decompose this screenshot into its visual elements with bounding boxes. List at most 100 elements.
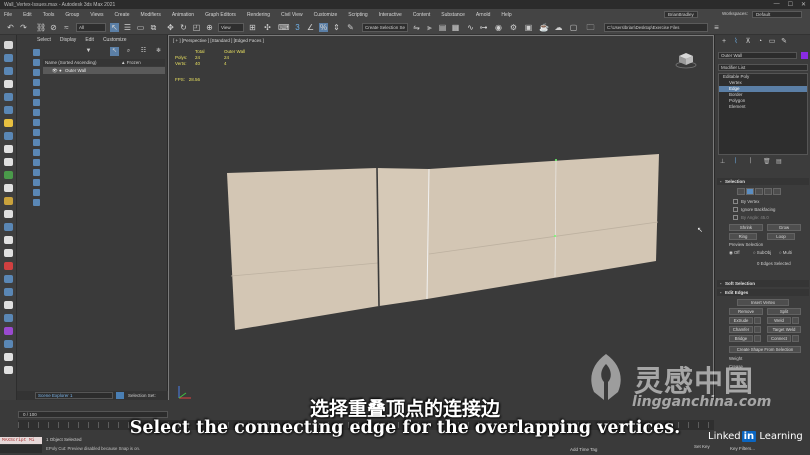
menu-graph-editors[interactable]: Graph Editors [205,12,236,18]
snaps-toggle-icon[interactable]: 3 [293,23,302,32]
menu-arnold[interactable]: Arnold [476,12,490,18]
menu-views[interactable]: Views [90,12,103,18]
maximize-button[interactable]: ☐ [788,1,793,8]
scene-row-outer-wall[interactable]: 👁 ● Outer Wall [43,67,165,74]
display-filter-icon-13[interactable] [33,169,40,176]
menu-scripting[interactable]: Scripting [348,12,367,18]
connect-settings-button[interactable] [792,335,799,342]
project-path-field[interactable]: C:\Users\brian\Desktop\Exercise Files [604,23,708,32]
bridge-settings-button[interactable] [754,335,761,342]
visibility-eye-icon[interactable]: 👁 ● [52,67,62,74]
minimize-button[interactable]: — [774,1,780,8]
menu-help[interactable]: Help [501,12,511,18]
border-level-icon[interactable] [755,188,763,195]
display-filter-icon-1[interactable] [33,49,40,56]
redo-icon[interactable]: ↷ [19,23,28,32]
bind-spacewarp-icon[interactable]: ≈ [62,23,71,32]
render-in-cloud-icon[interactable]: ☁ [554,23,563,32]
schematic-view-icon[interactable]: ⊶ [479,23,488,32]
maxscript-listener[interactable]: MAXScript Mi [0,437,42,444]
insert-vertex-button[interactable]: Insert Vertex [737,299,789,306]
toolstrip-icon-8[interactable] [4,132,13,140]
project-folder-icon[interactable]: 🗀 [586,23,595,32]
toolstrip-icon-26[interactable] [4,366,13,374]
scene-menu-customize[interactable]: Customize [103,37,127,43]
polygon-level-icon[interactable] [764,188,772,195]
maxscript-input[interactable] [0,445,42,453]
menu-substance[interactable]: Substance [441,12,465,18]
edge-level-icon[interactable] [746,188,754,195]
workspaces-dropdown[interactable]: Default [752,11,802,18]
toolstrip-icon-6[interactable] [4,106,13,114]
link-icon[interactable]: ⛓ [36,23,46,32]
chamfer-button[interactable]: Chamfer [729,326,753,333]
display-filter-icon-2[interactable] [33,59,40,66]
material-editor-icon[interactable]: ◉ [494,23,503,32]
user-account-dropdown[interactable]: BrianBradley [664,11,698,18]
select-manipulate-icon[interactable]: ✣ [263,23,272,32]
menu-customize[interactable]: Customize [314,12,338,18]
select-rotate-icon[interactable]: ↻ [179,23,188,32]
toolstrip-icon-18[interactable] [4,262,13,270]
column-name-header[interactable]: Name (Sorted Ascending) [45,59,97,66]
ribbon-toggle-icon[interactable]: ≡ [712,23,721,32]
object-color-swatch[interactable] [801,52,808,59]
edit-edges-rollout[interactable]: Edit Edges [717,289,809,296]
layer-explorer-icon[interactable]: ▤ [438,23,447,32]
weld-settings-button[interactable] [792,317,799,324]
place-icon[interactable]: ⊕ [205,23,214,32]
toolstrip-icon-14[interactable] [4,210,13,218]
display-filter-icon-9[interactable] [33,129,40,136]
set-key-button[interactable]: Set Key [694,444,710,449]
unlink-icon[interactable]: ⊘ [49,23,58,32]
stack-item-element[interactable]: Element [719,104,807,110]
create-tab-icon[interactable]: + [720,38,728,46]
render-production-icon[interactable]: ☕ [539,23,549,32]
display-filter-icon-16[interactable] [33,199,40,206]
remove-button[interactable]: Remove [729,308,763,315]
scene-menu-select[interactable]: Select [37,37,51,43]
toolstrip-icon-4[interactable] [4,80,13,88]
mirror-icon[interactable]: ⇋ [412,23,421,32]
pin-stack-icon[interactable]: ⊥ [720,158,725,165]
configure-modifier-sets-icon[interactable]: ▤ [776,158,782,165]
toolstrip-icon-15[interactable] [4,223,13,231]
toolstrip-icon-17[interactable] [4,249,13,257]
viewcube-icon[interactable] [675,51,697,69]
toggle-ribbon-icon[interactable]: ▦ [451,23,460,32]
ring-button[interactable]: Ring [729,233,757,240]
toolstrip-icon-22[interactable] [4,314,13,322]
curve-editor-icon[interactable]: ∿ [466,23,475,32]
loop-button[interactable]: Loop [767,233,795,240]
vertex-marker-top[interactable] [555,159,557,161]
select-object-icon[interactable]: ↖ [110,23,119,32]
display-filter-icon-7[interactable] [33,109,40,116]
by-angle-checkbox[interactable]: By Angle: 45.0 [733,215,769,220]
split-button[interactable]: Split [767,308,801,315]
display-filter-icon-14[interactable] [33,179,40,186]
toolstrip-icon-11[interactable] [4,171,13,179]
toolstrip-icon-2[interactable] [4,54,13,62]
display-tab-icon[interactable]: ▭ [768,38,776,46]
align-icon[interactable]: ⫸ [425,23,434,32]
a360-gallery-icon[interactable]: ▢ [569,23,578,32]
display-filter-icon-5[interactable] [33,89,40,96]
toolstrip-icon-16[interactable] [4,236,13,244]
weld-button[interactable]: Weld [767,317,791,324]
show-end-result-icon[interactable]: ⎸ [735,158,741,165]
toolstrip-icon-10[interactable] [4,158,13,166]
select-move-icon[interactable]: ✥ [166,23,175,32]
extrude-settings-button[interactable] [754,317,761,324]
chamfer-settings-button[interactable] [754,326,761,333]
preview-subobj-radio[interactable]: ○ SubObj [753,250,771,255]
keyboard-shortcut-icon[interactable]: ⌨ [278,23,290,32]
toolstrip-icon-9[interactable] [4,145,13,153]
add-time-tag-button[interactable]: Add Time Tag [570,447,597,452]
find-icon[interactable]: ⌕ [124,47,133,56]
selection-filter-dropdown[interactable]: All [76,23,106,32]
menu-edit[interactable]: Edit [23,12,32,18]
menu-interactive[interactable]: Interactive [379,12,402,18]
menu-modifiers[interactable]: Modifiers [141,12,161,18]
window-crossing-icon[interactable]: ⧉ [149,23,158,32]
render-setup-icon[interactable]: ⚙ [509,23,518,32]
